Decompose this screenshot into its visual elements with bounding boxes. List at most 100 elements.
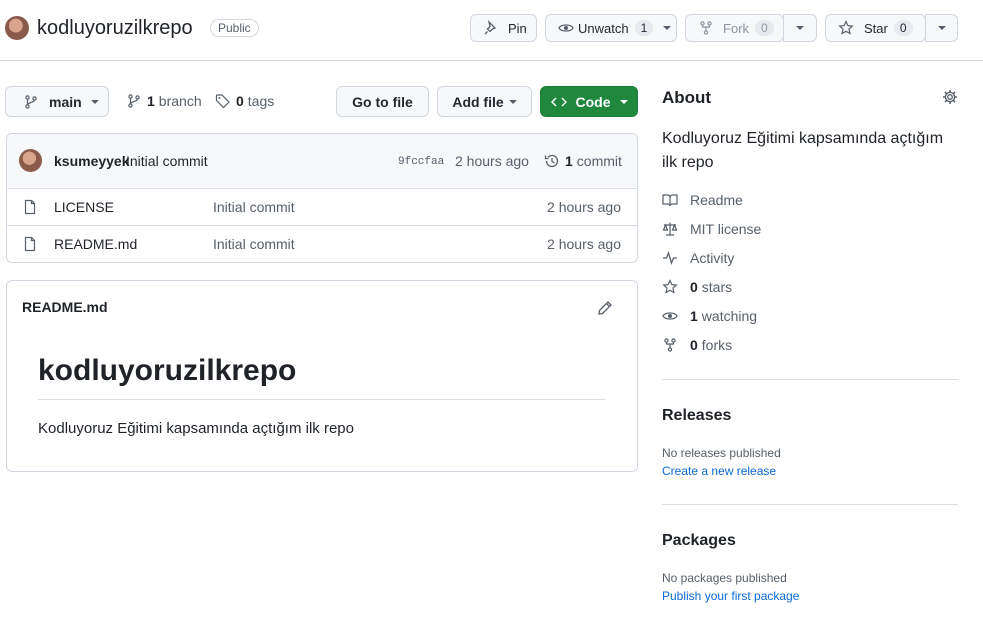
pulse-icon xyxy=(662,250,678,266)
about-license-link[interactable]: MIT license xyxy=(662,221,761,237)
fork-icon xyxy=(698,20,714,36)
go-to-file-label: Go to file xyxy=(352,93,413,110)
about-watching-link[interactable]: 1 watching xyxy=(662,308,757,324)
star-icon xyxy=(662,279,678,295)
about-watching-count: 1 xyxy=(690,308,698,324)
code-label: Code xyxy=(575,93,611,110)
about-stars-label: stars xyxy=(701,279,733,295)
commit-author-avatar[interactable] xyxy=(19,149,42,172)
file-commit-time: 2 hours ago xyxy=(547,236,621,252)
edit-pencil-icon[interactable] xyxy=(597,300,613,316)
law-icon xyxy=(662,221,678,237)
fork-icon xyxy=(662,337,678,353)
file-name[interactable]: LICENSE xyxy=(54,199,114,215)
about-activity-link[interactable]: Activity xyxy=(662,250,734,266)
header-divider xyxy=(0,60,983,61)
code-dropdown-icon xyxy=(619,99,628,104)
publish-package-link[interactable]: Publish your first package xyxy=(662,589,799,603)
releases-title[interactable]: Releases xyxy=(662,407,731,425)
create-release-link[interactable]: Create a new release xyxy=(662,464,776,478)
branch-icon xyxy=(23,94,39,110)
sidebar-divider xyxy=(662,504,958,505)
add-file-dropdown-icon xyxy=(508,99,517,104)
unwatch-label: Unwatch xyxy=(578,20,629,36)
star-count: 0 xyxy=(893,20,913,36)
readme-heading: kodluyoruzilkrepo xyxy=(38,354,297,387)
about-stars-count: 0 xyxy=(690,279,698,295)
branch-count: 1 xyxy=(147,93,155,109)
about-readme-label: Readme xyxy=(690,192,743,208)
readme-filename[interactable]: README.md xyxy=(22,299,108,315)
packages-empty-text: No packages published xyxy=(662,571,787,585)
branch-count-label: branch xyxy=(158,93,202,109)
file-icon xyxy=(22,199,38,215)
code-icon xyxy=(550,94,567,110)
gear-icon[interactable] xyxy=(942,89,958,105)
branches-link[interactable]: 1 branch xyxy=(126,93,202,109)
commit-author[interactable]: ksumeyyek xyxy=(54,153,130,169)
branch-select-button[interactable]: main xyxy=(5,86,109,117)
file-icon xyxy=(22,236,38,252)
unwatch-button[interactable]: Unwatch 1 xyxy=(545,14,677,42)
readme-heading-divider xyxy=(38,399,605,400)
eye-icon xyxy=(558,20,574,36)
book-icon xyxy=(662,192,678,208)
history-icon xyxy=(544,153,560,169)
about-watching-label: watching xyxy=(701,308,758,324)
unwatch-count: 1 xyxy=(634,20,654,36)
commit-hash[interactable]: 9fccfaa xyxy=(398,156,444,168)
about-forks-link[interactable]: 0 forks xyxy=(662,337,732,353)
pin-button[interactable]: Pin xyxy=(470,14,537,42)
star-dropdown-button[interactable] xyxy=(925,14,958,42)
visibility-badge: Public xyxy=(210,19,259,37)
star-label: Star xyxy=(864,20,888,36)
tags-link[interactable]: 0 tags xyxy=(215,93,274,109)
repo-avatar[interactable] xyxy=(5,16,29,40)
file-commit-message[interactable]: Initial commit xyxy=(213,199,295,215)
releases-empty-text: No releases published xyxy=(662,446,781,460)
fork-dropdown-icon xyxy=(796,26,804,30)
about-forks-count: 0 xyxy=(690,337,698,353)
eye-icon xyxy=(662,308,678,324)
fork-button[interactable]: Fork 0 xyxy=(685,14,784,42)
star-icon xyxy=(838,20,854,36)
branch-name: main xyxy=(49,93,82,110)
about-title: About xyxy=(662,88,712,107)
star-button[interactable]: Star 0 xyxy=(825,14,926,42)
code-button[interactable]: Code xyxy=(540,86,638,117)
repo-name[interactable]: kodluyoruzilkrepo xyxy=(37,17,193,40)
tag-count-label: tags xyxy=(247,93,275,109)
branch-count-icon xyxy=(126,93,142,109)
commit-time: 2 hours ago xyxy=(455,153,529,169)
commit-count-label: commit xyxy=(576,153,622,169)
commit-count: 1 xyxy=(565,153,573,169)
about-description: Kodluyoruz Eğitimi kapsamında açtığım il… xyxy=(662,130,944,171)
fork-label: Fork xyxy=(723,20,749,36)
add-file-label: Add file xyxy=(452,93,504,110)
file-commit-time: 2 hours ago xyxy=(547,199,621,215)
fork-dropdown-button[interactable] xyxy=(783,14,817,42)
about-license-label: MIT license xyxy=(690,221,762,237)
file-name[interactable]: README.md xyxy=(54,236,137,252)
pin-icon xyxy=(483,20,499,36)
add-file-button[interactable]: Add file xyxy=(437,86,532,117)
unwatch-dropdown-icon xyxy=(663,26,672,30)
file-commit-message[interactable]: Initial commit xyxy=(213,236,295,252)
file-row[interactable]: README.md Initial commit 2 hours ago xyxy=(6,225,638,262)
branch-dropdown-icon xyxy=(90,99,99,104)
fork-count: 0 xyxy=(755,20,774,36)
commit-message[interactable]: Initial commit xyxy=(126,153,208,169)
pin-label: Pin xyxy=(508,20,527,36)
star-dropdown-icon xyxy=(937,26,946,30)
about-forks-label: forks xyxy=(701,337,733,353)
about-activity-label: Activity xyxy=(690,250,735,266)
file-row[interactable]: LICENSE Initial commit 2 hours ago xyxy=(6,188,638,225)
packages-title[interactable]: Packages xyxy=(662,532,736,550)
about-readme-link[interactable]: Readme xyxy=(662,192,743,208)
readme-body: Kodluyoruz Eğitimi kapsamında açtığım il… xyxy=(38,420,354,437)
tag-count: 0 xyxy=(236,93,244,109)
about-stars-link[interactable]: 0 stars xyxy=(662,279,732,295)
go-to-file-button[interactable]: Go to file xyxy=(336,86,429,117)
tag-icon xyxy=(215,93,231,109)
commit-history-link[interactable]: 1 commit xyxy=(544,153,622,169)
